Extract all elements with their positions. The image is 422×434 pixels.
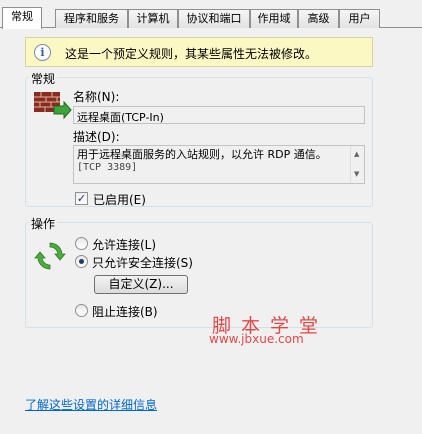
tab-label: 程序和服务 xyxy=(64,12,119,25)
description-line-1: 用于远程桌面服务的入站规则，以允许 RDP 通信。 xyxy=(77,148,327,161)
action-group-title: 操作 xyxy=(29,215,58,232)
rule-name-value: 远程桌面(TCP-In) xyxy=(77,111,164,124)
tab-strip: 常规 程序和服务 计算机 协议和端口 作用域 高级 用户 xyxy=(0,7,422,29)
allow-connection-radio[interactable] xyxy=(75,237,88,250)
name-label: 名称(N): xyxy=(73,90,120,104)
tab-label: 计算机 xyxy=(136,12,170,25)
firewall-rule-icon xyxy=(34,92,72,120)
block-connection-label[interactable]: 阻止连接(B) xyxy=(92,303,158,320)
tab-users[interactable]: 用户 xyxy=(339,9,380,28)
rule-name-field[interactable]: 远程桌面(TCP-In) xyxy=(73,106,365,124)
connection-arrows-icon xyxy=(34,242,66,270)
block-connection-radio[interactable] xyxy=(75,304,88,317)
tab-programs-services[interactable]: 程序和服务 xyxy=(55,9,128,28)
scroll-up-icon[interactable]: ▲ xyxy=(354,148,359,161)
description-line-2: [TCP 3389] xyxy=(77,162,138,173)
tab-advanced[interactable]: 高级 xyxy=(298,9,339,28)
tab-label: 协议和端口 xyxy=(186,12,242,25)
learn-more-link[interactable]: 了解这些设置的详细信息 xyxy=(25,396,157,413)
description-label: 描述(D): xyxy=(73,130,120,144)
tab-label: 作用域 xyxy=(257,12,291,25)
general-group-title: 常规 xyxy=(29,70,58,87)
tab-label: 高级 xyxy=(307,12,330,25)
allow-connection-label[interactable]: 允许连接(L) xyxy=(92,236,156,253)
enabled-label[interactable]: 已启用(E) xyxy=(93,191,146,208)
tab-label: 常规 xyxy=(11,10,33,23)
watermark-url: www.jbxue.com xyxy=(209,332,304,346)
tab-protocols-ports[interactable]: 协议和端口 xyxy=(178,9,250,28)
customize-button[interactable]: 自定义(Z)... xyxy=(94,275,188,294)
tab-general[interactable]: 常规 xyxy=(2,7,42,29)
tab-label: 用户 xyxy=(348,12,371,25)
infobar-text: 这是一个预定义规则，其某些属性无法被修改。 xyxy=(65,47,318,61)
description-scrollbar[interactable]: ▲ ▼ xyxy=(350,146,364,183)
predefined-rule-infobar: i 这是一个预定义规则，其某些属性无法被修改。 xyxy=(25,37,373,67)
enabled-checkbox[interactable]: ✓ xyxy=(75,192,88,205)
scroll-down-icon[interactable]: ▼ xyxy=(354,168,359,181)
customize-button-label: 自定义(Z)... xyxy=(108,277,174,291)
info-icon: i xyxy=(34,44,51,61)
allow-secure-connection-radio[interactable] xyxy=(75,255,88,268)
tab-computers[interactable]: 计算机 xyxy=(128,9,178,28)
rule-description-field[interactable]: 用于远程桌面服务的入站规则，以允许 RDP 通信。 [TCP 3389] ▲ ▼ xyxy=(73,145,365,184)
tab-scope[interactable]: 作用域 xyxy=(250,9,298,28)
allow-secure-connection-label[interactable]: 只允许安全连接(S) xyxy=(92,254,193,271)
